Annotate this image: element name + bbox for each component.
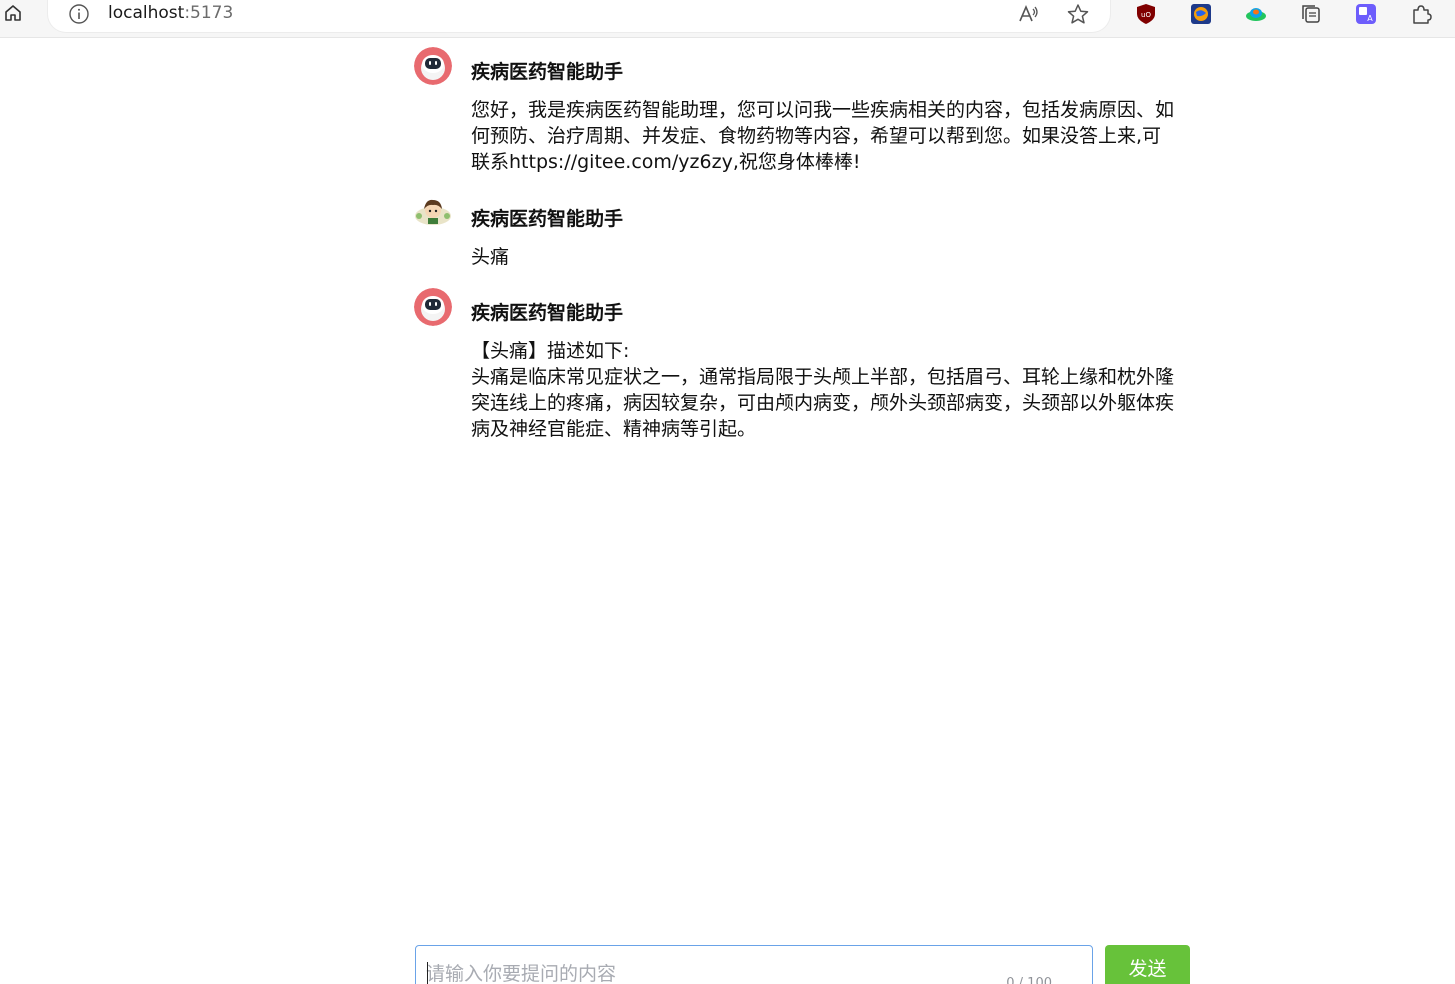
message-content: 【头痛】描述如下: 头痛是临床常见症状之一，通常指局限于头颅上半部，包括眉弓、耳… (471, 340, 1175, 440)
url-port: :5173 (184, 3, 234, 23)
send-button[interactable]: 发送 (1105, 945, 1190, 984)
user-avatar (414, 194, 452, 232)
cloud-extension-icon[interactable] (1244, 2, 1268, 26)
svg-text:uO: uO (1141, 11, 1151, 19)
ublock-extension-icon[interactable]: uO (1134, 2, 1158, 26)
address-bar[interactable]: localhost:5173 (48, 0, 1110, 32)
sender-name: 疾病医药智能助手 (471, 208, 624, 230)
read-aloud-icon[interactable] (1016, 2, 1042, 26)
extensions-puzzle-icon[interactable] (1409, 2, 1433, 26)
home-icon[interactable] (2, 2, 24, 24)
question-input-box[interactable]: 0 / 100 (415, 945, 1093, 984)
sender-name: 疾病医药智能助手 (471, 61, 624, 83)
message-content: 头痛 (471, 246, 510, 268)
message-content: 您好，我是疾病医药智能助理，您可以问我一些疾病相关的内容，包括发病原因、如何预防… (471, 99, 1175, 173)
text-caret (427, 962, 428, 984)
char-counter: 0 / 100 (1006, 976, 1052, 984)
url-host: localhost (108, 3, 185, 23)
globe-extension-icon[interactable] (1189, 2, 1213, 26)
collections-icon[interactable] (1299, 2, 1323, 26)
site-info-icon[interactable] (68, 3, 90, 25)
browser-toolbar: localhost:5173 uO A (0, 0, 1455, 38)
bot-avatar (414, 47, 452, 85)
question-input[interactable] (426, 960, 1006, 984)
translate-extension-icon[interactable]: A (1354, 2, 1378, 26)
url-text: localhost:5173 (108, 2, 233, 24)
favorite-star-icon[interactable] (1065, 2, 1091, 26)
bot-avatar (414, 288, 452, 326)
svg-text:A: A (1367, 14, 1373, 23)
sender-name: 疾病医药智能助手 (471, 302, 624, 324)
